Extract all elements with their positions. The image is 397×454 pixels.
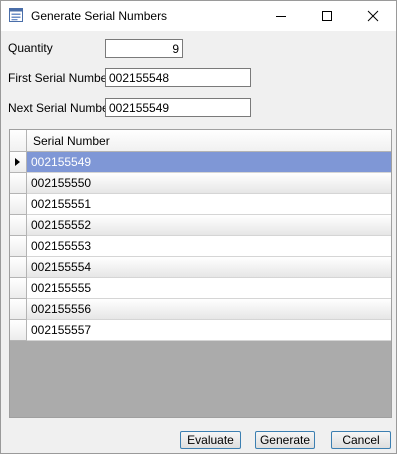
table-row[interactable]: 002155553 <box>10 236 391 257</box>
row-header[interactable] <box>10 236 27 257</box>
row-header[interactable] <box>10 173 27 194</box>
minimize-button[interactable] <box>258 1 304 31</box>
form-window-icon <box>9 8 23 22</box>
generate-button[interactable]: Generate <box>255 431 315 449</box>
table-row[interactable]: 002155549 <box>10 152 391 173</box>
serial-number-cell[interactable]: 002155554 <box>27 257 391 278</box>
quantity-label: Quantity <box>8 41 53 55</box>
row-header[interactable] <box>10 320 27 341</box>
grid-corner-header[interactable] <box>10 130 27 152</box>
close-button[interactable] <box>350 1 396 31</box>
window-title: Generate Serial Numbers <box>31 9 168 23</box>
serial-number-cell[interactable]: 002155555 <box>27 278 391 299</box>
serial-number-column-header[interactable]: Serial Number <box>27 130 391 152</box>
close-icon <box>367 10 379 22</box>
row-header[interactable] <box>10 152 27 173</box>
quantity-input[interactable] <box>105 39 183 58</box>
serial-number-grid[interactable]: Serial Number 002155549 002155550 00215555… <box>9 129 392 418</box>
grid-rows: 002155549 002155550 002155551 002155552 0021… <box>10 152 391 341</box>
serial-number-cell[interactable]: 002155549 <box>27 152 391 173</box>
first-serial-label: First Serial Number <box>8 71 112 85</box>
row-header[interactable] <box>10 215 27 236</box>
next-serial-label: Next Serial Number <box>8 101 113 115</box>
table-row[interactable]: 002155555 <box>10 278 391 299</box>
serial-number-cell[interactable]: 002155557 <box>27 320 391 341</box>
current-row-arrow-icon <box>15 158 20 166</box>
table-row[interactable]: 002155550 <box>10 173 391 194</box>
row-header[interactable] <box>10 257 27 278</box>
row-header[interactable] <box>10 194 27 215</box>
maximize-icon <box>322 11 332 21</box>
table-row[interactable]: 002155557 <box>10 320 391 341</box>
table-row[interactable]: 002155554 <box>10 257 391 278</box>
minimize-icon <box>276 16 286 17</box>
serial-number-cell[interactable]: 002155550 <box>27 173 391 194</box>
table-row[interactable]: 002155556 <box>10 299 391 320</box>
serial-number-cell[interactable]: 002155556 <box>27 299 391 320</box>
grid-header: Serial Number <box>10 130 391 152</box>
title-bar[interactable]: Generate Serial Numbers <box>1 1 396 31</box>
evaluate-button[interactable]: Evaluate <box>180 431 241 449</box>
row-header[interactable] <box>10 299 27 320</box>
table-row[interactable]: 002155551 <box>10 194 391 215</box>
next-serial-input[interactable] <box>105 98 251 117</box>
serial-number-cell[interactable]: 002155552 <box>27 215 391 236</box>
serial-number-cell[interactable]: 002155553 <box>27 236 391 257</box>
cancel-button[interactable]: Cancel <box>331 431 391 449</box>
first-serial-input[interactable] <box>105 68 251 87</box>
generate-serial-numbers-window: Generate Serial Numbers Quantity First S… <box>0 0 397 454</box>
maximize-button[interactable] <box>304 1 350 31</box>
serial-number-cell[interactable]: 002155551 <box>27 194 391 215</box>
table-row[interactable]: 002155552 <box>10 215 391 236</box>
row-header[interactable] <box>10 278 27 299</box>
